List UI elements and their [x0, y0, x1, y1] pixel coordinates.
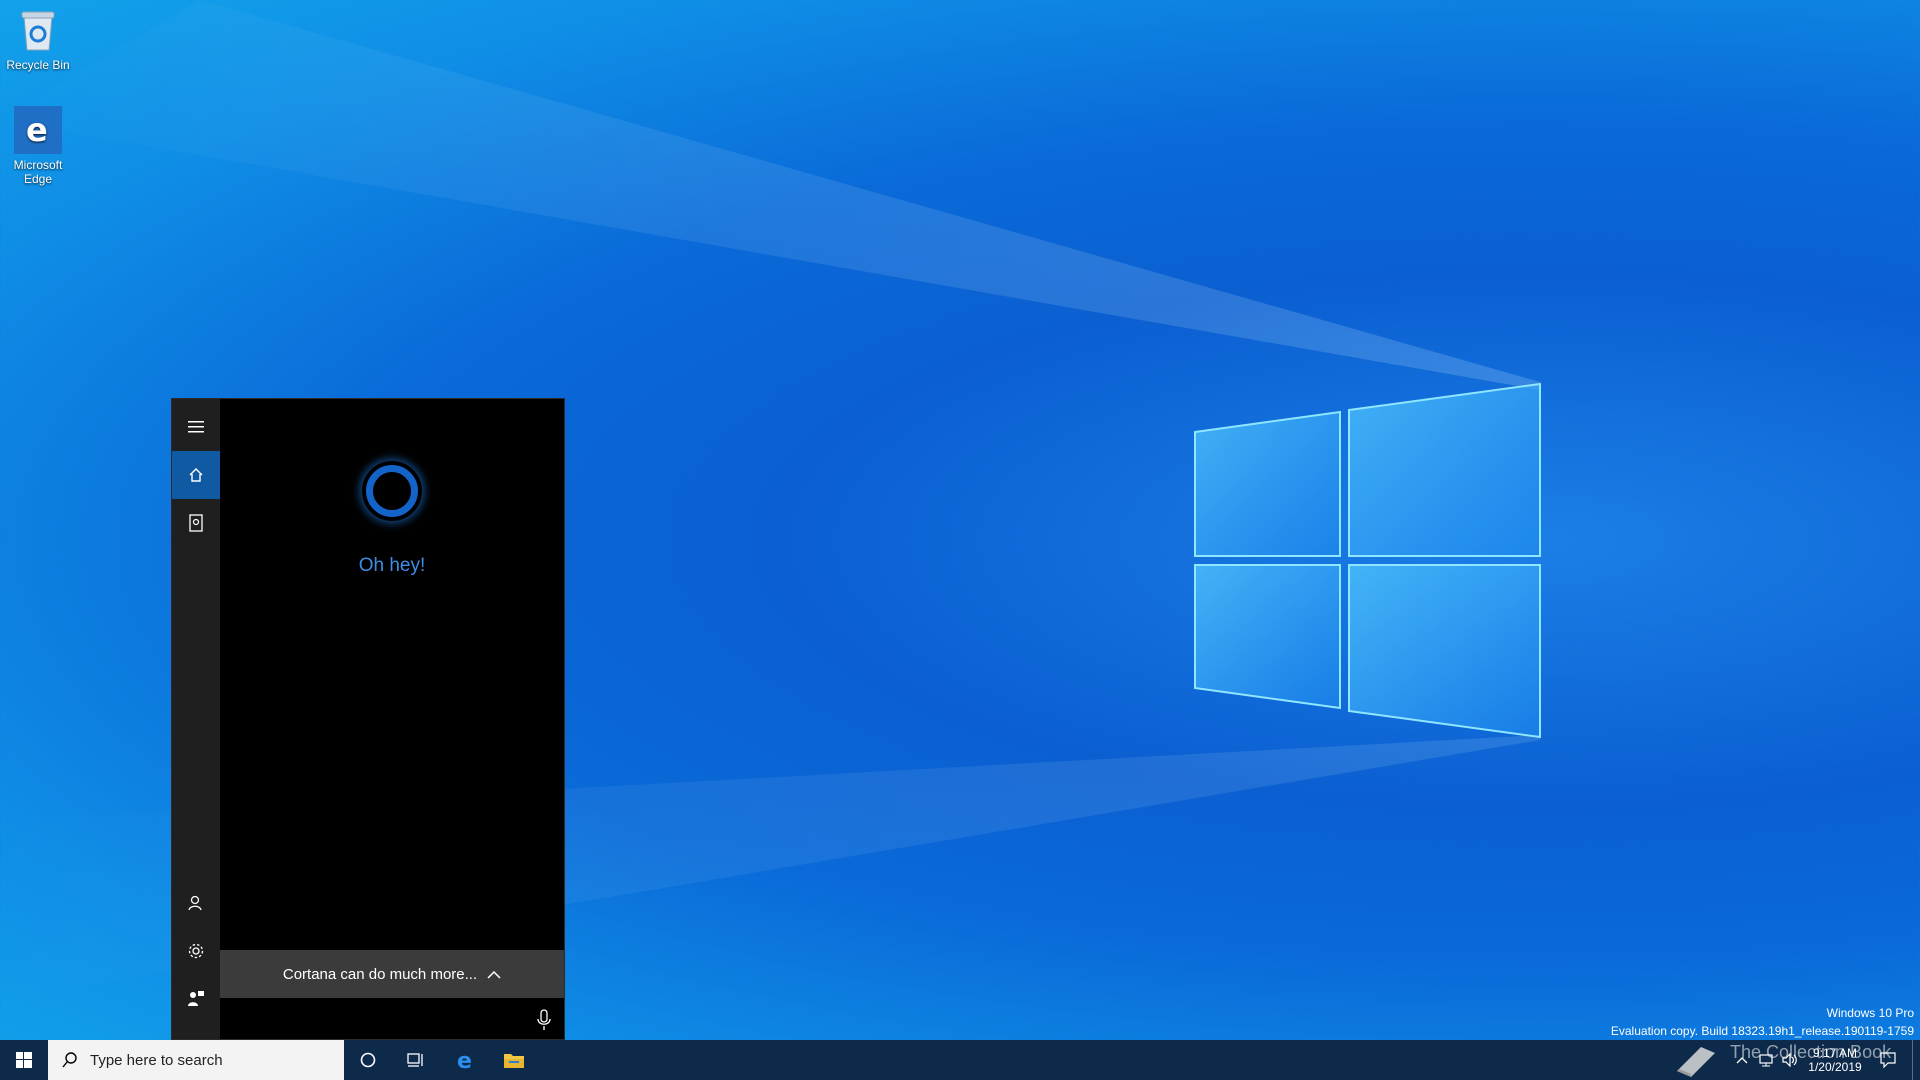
search-placeholder: Type here to search: [90, 1051, 223, 1069]
network-icon: [1759, 1054, 1773, 1067]
task-view-button[interactable]: [392, 1040, 440, 1080]
taskbar-file-explorer-button[interactable]: [490, 1040, 538, 1080]
desktop-icon-edge[interactable]: e Microsoft Edge: [0, 106, 76, 186]
clock-date: 1/20/2019: [1808, 1060, 1862, 1074]
edge-icon: e: [457, 1049, 472, 1071]
account-button[interactable]: [172, 879, 220, 927]
folder-icon: [504, 1054, 524, 1068]
taskbar-edge-button[interactable]: e: [442, 1040, 490, 1080]
svg-text:e: e: [26, 113, 48, 147]
chevron-up-icon: [487, 970, 501, 979]
desktop-icon-label: Recycle Bin: [6, 58, 70, 72]
desktop-icon-recycle-bin[interactable]: Recycle Bin: [0, 6, 76, 72]
clock-button[interactable]: 9:17 AM 1/20/2019: [1804, 1040, 1866, 1080]
cortana-content: Oh hey! Cortana can do much more...: [220, 399, 564, 1039]
home-icon: [189, 468, 203, 482]
show-hidden-icons-button[interactable]: [1730, 1040, 1754, 1080]
cortana-circle-icon: [362, 461, 422, 521]
cortana-sidebar: [172, 399, 220, 1039]
search-icon: [62, 1052, 77, 1068]
microphone-icon[interactable]: [534, 1009, 554, 1031]
cortana-panel: Oh hey! Cortana can do much more...: [172, 399, 564, 1039]
settings-icon: [188, 943, 204, 959]
account-icon: [188, 895, 202, 911]
volume-icon: [1782, 1053, 1797, 1067]
cortana-greeting: Oh hey!: [358, 555, 426, 576]
recycle-bin-icon: [14, 6, 62, 54]
hamburger-menu-button[interactable]: [172, 403, 220, 451]
settings-button[interactable]: [172, 927, 220, 975]
feedback-button[interactable]: [172, 975, 220, 1023]
chevron-up-icon: [1736, 1057, 1748, 1064]
notebook-icon: [189, 514, 203, 532]
build-watermark: Windows 10 Pro Evaluation copy. Build 18…: [1611, 1006, 1914, 1038]
action-center-button[interactable]: [1870, 1040, 1906, 1080]
svg-text:e: e: [457, 1049, 472, 1071]
windows-logo-icon: [16, 1052, 32, 1068]
menu-icon: [188, 421, 204, 433]
notebook-button[interactable]: [172, 499, 220, 547]
volume-button[interactable]: [1778, 1040, 1802, 1080]
show-desktop-button[interactable]: [1912, 1040, 1920, 1080]
home-button[interactable]: [172, 451, 220, 499]
watermark-edition: Windows 10 Pro: [1826, 1006, 1914, 1020]
network-button[interactable]: [1754, 1040, 1778, 1080]
cortana-more-label: Cortana can do much more...: [282, 965, 478, 983]
edge-icon: e: [14, 106, 62, 154]
clock-time: 9:17 AM: [1812, 1046, 1858, 1060]
cortana-more-button[interactable]: Cortana can do much more...: [220, 950, 564, 998]
taskbar: Type here to search e The Collection Boo…: [0, 1040, 1920, 1080]
desktop-icon-label: Microsoft Edge: [13, 158, 63, 186]
start-button[interactable]: [0, 1040, 48, 1080]
taskbar-search-box[interactable]: Type here to search: [48, 1040, 344, 1080]
cortana-button[interactable]: [344, 1040, 392, 1080]
watermark-build: Evaluation copy. Build 18323.19h1_releas…: [1610, 1024, 1914, 1038]
book-logo-icon: [1668, 1040, 1722, 1080]
task-view-icon: [407, 1053, 423, 1067]
feedback-icon: [188, 991, 204, 1006]
cortana-ring-icon: [360, 1052, 376, 1068]
notification-icon: [1880, 1052, 1896, 1068]
